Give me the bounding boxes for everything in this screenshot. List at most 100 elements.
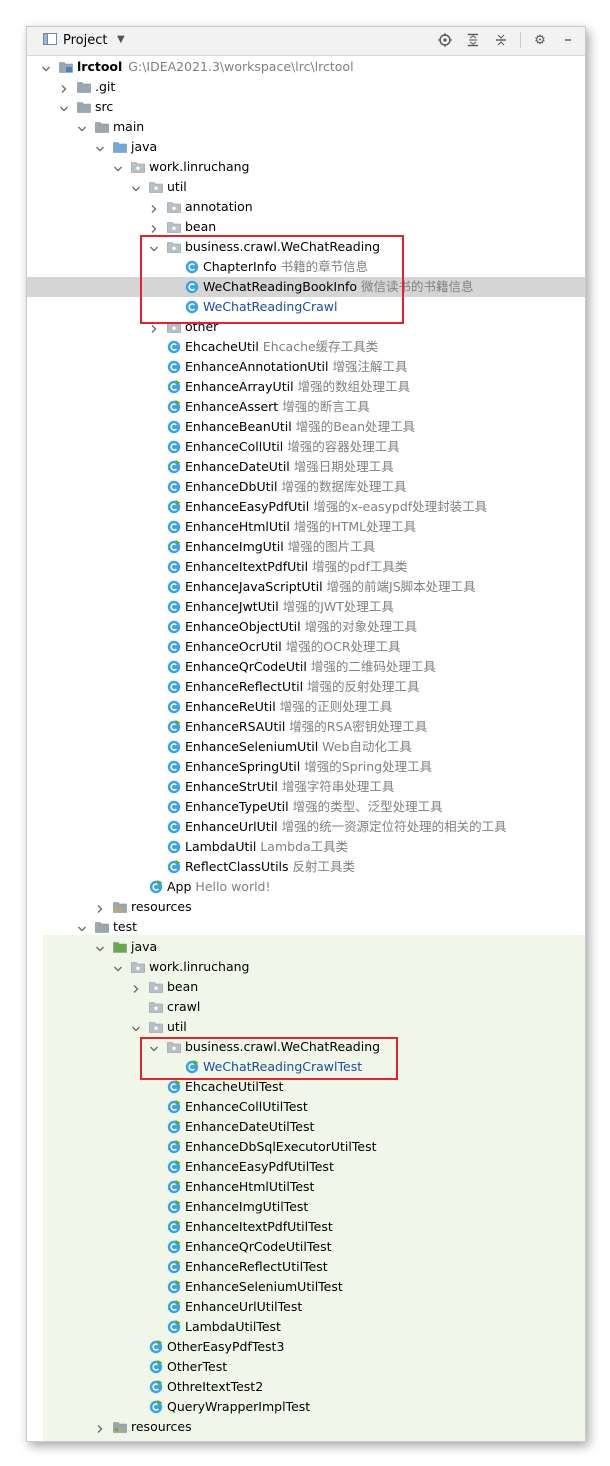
tree-item-label: crawl	[167, 999, 200, 1015]
chevron-down-icon[interactable]	[131, 182, 141, 192]
chevron-right-icon[interactable]	[95, 1422, 105, 1433]
chevron-down-icon[interactable]	[149, 242, 159, 252]
tree-row-class[interactable]: EnhanceDbUtil 增强的数据库处理工具	[27, 477, 585, 497]
chevron-down-icon[interactable]	[59, 102, 69, 112]
tree-row-src[interactable]: java	[27, 137, 585, 157]
tree-row-package[interactable]: bean	[27, 977, 585, 997]
tree-row-class[interactable]: EnhanceTypeUtil 增强的类型、泛型处理工具	[27, 797, 585, 817]
tree-row-class[interactable]: ChapterInfo 书籍的章节信息	[27, 257, 585, 277]
tree-row-testres[interactable]: resources	[27, 1417, 585, 1437]
tree-row-class[interactable]: EnhanceArrayUtil 增强的数组处理工具	[27, 377, 585, 397]
tree-row-package[interactable]: business.crawl.WeChatReading	[27, 237, 585, 257]
tree-row-class[interactable]: EnhanceReUtil 增强的正则处理工具	[27, 697, 585, 717]
tree-row-class[interactable]: EnhanceImgUtil 增强的图片工具	[27, 537, 585, 557]
chevron-right-icon[interactable]	[149, 222, 159, 233]
tree-row-package[interactable]: crawl	[27, 997, 585, 1017]
tree-row-class[interactable]: LambdaUtil Lambda工具类	[27, 837, 585, 857]
tree-row-package[interactable]: other	[27, 317, 585, 337]
tree-row-class[interactable]: OtherTest	[27, 1357, 585, 1377]
tree-row-class[interactable]: EnhanceQrCodeUtil 增强的二维码处理工具	[27, 657, 585, 677]
chevron-down-icon[interactable]	[41, 62, 51, 72]
collapse-all-icon[interactable]	[492, 31, 510, 49]
tree-row-class[interactable]: OthreItextTest2	[27, 1377, 585, 1397]
chevron-right-icon[interactable]	[59, 82, 69, 93]
tree-row-class[interactable]: EnhanceBeanUtil 增强的Bean处理工具	[27, 417, 585, 437]
tree-row-class[interactable]: EnhanceObjectUtil 增强的对象处理工具	[27, 617, 585, 637]
tree-row-package[interactable]: util	[27, 177, 585, 197]
tree-row-class[interactable]: WeChatReadingCrawlTest	[27, 1057, 585, 1077]
tree-row-folder[interactable]: test	[27, 917, 585, 937]
tree-row-class[interactable]: EnhanceSeleniumUtil Web自动化工具	[27, 737, 585, 757]
tree-row-class[interactable]: EnhanceDateUtil 增强日期处理工具	[27, 457, 585, 477]
tree-row-class[interactable]: EnhanceItextPdfUtilTest	[27, 1217, 585, 1237]
tree-item-label: EnhanceUrlUtil 增强的统一资源定位符处理的相关的工具	[185, 819, 507, 835]
chevron-down-icon[interactable]	[131, 1022, 141, 1032]
tree-row-package[interactable]: util	[27, 1017, 585, 1037]
tree-row-class[interactable]: EnhanceHtmlUtilTest	[27, 1177, 585, 1197]
tree-row-class[interactable]: EhcacheUtilTest	[27, 1077, 585, 1097]
tree-row-class[interactable]: EnhanceCollUtil 增强的容器处理工具	[27, 437, 585, 457]
chevron-down-icon[interactable]	[95, 942, 105, 952]
tree-row-package[interactable]: bean	[27, 217, 585, 237]
tree-row-class[interactable]: EhcacheUtil Ehcache缓存工具类	[27, 337, 585, 357]
locate-icon[interactable]	[436, 31, 454, 49]
tree-row-class[interactable]: WeChatReadingCrawl	[27, 297, 585, 317]
project-tree[interactable]: lrctool G:\IDEA2021.3\workspace\lrc\lrcto…	[27, 57, 585, 1441]
project-view-selector[interactable]: Project	[43, 33, 107, 48]
chevron-right-icon[interactable]	[131, 982, 141, 993]
tree-row-testsrc[interactable]: java	[27, 937, 585, 957]
tree-row-package[interactable]: annotation	[27, 197, 585, 217]
tree-row-class[interactable]: QueryWrapperImplTest	[27, 1397, 585, 1417]
tree-row-class[interactable]: App Hello world!	[27, 877, 585, 897]
tree-row-class[interactable]: EnhanceQrCodeUtilTest	[27, 1237, 585, 1257]
tree-row-class[interactable]: EnhanceJwtUtil 增强的JWT处理工具	[27, 597, 585, 617]
tree-row-class[interactable]: EnhanceReflectUtilTest	[27, 1257, 585, 1277]
tree-row-class[interactable]: EnhanceCollUtilTest	[27, 1097, 585, 1117]
tree-row-class[interactable]: OtherEasyPdfTest3	[27, 1337, 585, 1357]
chevron-right-icon[interactable]	[95, 902, 105, 913]
chevron-down-icon[interactable]	[113, 162, 123, 172]
tree-row-class[interactable]: EnhanceStrUtil 增强字符串处理工具	[27, 777, 585, 797]
expand-all-icon[interactable]	[464, 31, 482, 49]
tree-row-class[interactable]: EnhanceAnnotationUtil 增强注解工具	[27, 357, 585, 377]
tree-row-class[interactable]: EnhanceUrlUtilTest	[27, 1297, 585, 1317]
chevron-down-icon[interactable]	[113, 962, 123, 972]
tree-row-package[interactable]: business.crawl.WeChatReading	[27, 1037, 585, 1057]
tree-row-package[interactable]: work.linruchang	[27, 957, 585, 977]
tree-row-class[interactable]: EnhanceItextPdfUtil 增强的pdf工具类	[27, 557, 585, 577]
tree-row-class[interactable]: EnhanceSeleniumUtilTest	[27, 1277, 585, 1297]
class-icon	[167, 340, 181, 354]
tree-row-class[interactable]: LambdaUtilTest	[27, 1317, 585, 1337]
tree-row-class[interactable]: EnhanceDbSqlExecutorUtilTest	[27, 1137, 585, 1157]
chevron-down-icon[interactable]	[149, 1042, 159, 1052]
tree-row-class[interactable]: EnhanceEasyPdfUtil 增强的x-easypdf处理封装工具	[27, 497, 585, 517]
tree-row-res[interactable]: resources	[27, 897, 585, 917]
tree-row-package[interactable]: work.linruchang	[27, 157, 585, 177]
tree-row-class[interactable]: EnhanceJavaScriptUtil 增强的前端JS脚本处理工具	[27, 577, 585, 597]
chevron-down-icon[interactable]	[77, 122, 87, 132]
tree-row-class[interactable]: EnhanceOcrUtil 增强的OCR处理工具	[27, 637, 585, 657]
class-icon	[167, 840, 181, 854]
tree-row-class[interactable]: EnhanceImgUtilTest	[27, 1197, 585, 1217]
tree-row-class[interactable]: EnhanceUrlUtil 增强的统一资源定位符处理的相关的工具	[27, 817, 585, 837]
tree-row-class[interactable]: EnhanceSpringUtil 增强的Spring处理工具	[27, 757, 585, 777]
minimize-icon[interactable]	[559, 31, 577, 49]
tree-row-class[interactable]: EnhanceHtmlUtil 增强的HTML处理工具	[27, 517, 585, 537]
tree-row-folder[interactable]: .git	[27, 77, 585, 97]
chevron-right-icon[interactable]	[149, 202, 159, 213]
tree-row-class[interactable]: EnhanceEasyPdfUtilTest	[27, 1157, 585, 1177]
dropdown-icon[interactable]: ▼	[117, 34, 125, 45]
chevron-down-icon[interactable]	[95, 142, 105, 152]
gear-icon[interactable]: ⚙	[531, 31, 549, 49]
chevron-right-icon[interactable]	[149, 322, 159, 333]
tree-row-folder[interactable]: main	[27, 117, 585, 137]
tree-row-module[interactable]: lrctool G:\IDEA2021.3\workspace\lrc\lrcto…	[27, 57, 585, 77]
tree-row-class[interactable]: EnhanceReflectUtil 增强的反射处理工具	[27, 677, 585, 697]
tree-row-folder[interactable]: src	[27, 97, 585, 117]
chevron-down-icon[interactable]	[77, 922, 87, 932]
tree-row-class[interactable]: EnhanceDateUtilTest	[27, 1117, 585, 1137]
tree-row-class[interactable]: EnhanceAssert 增强的断言工具	[27, 397, 585, 417]
tree-row-class[interactable]: EnhanceRSAUtil 增强的RSA密钥处理工具	[27, 717, 585, 737]
tree-row-class[interactable]: WeChatReadingBookInfo 微信读书的书籍信息	[27, 277, 585, 297]
tree-row-class[interactable]: ReflectClassUtils 反射工具类	[27, 857, 585, 877]
